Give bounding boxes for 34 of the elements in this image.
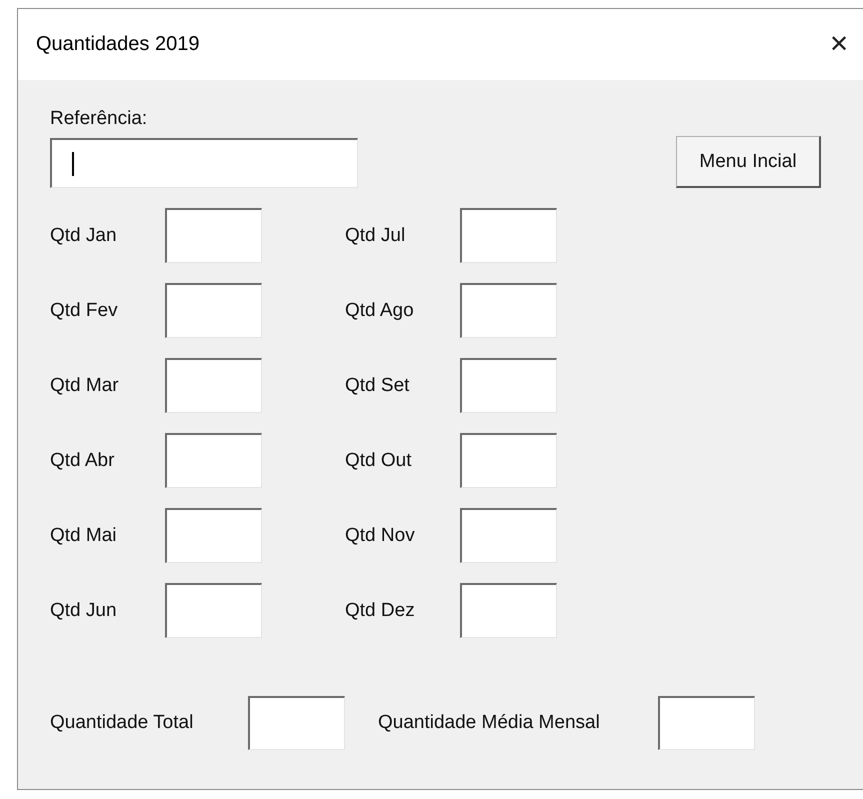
field-label: Qtd Jul [345,224,406,246]
quantity-field[interactable] [165,358,262,413]
field-label: Qtd Jun [50,600,118,622]
quantity-field[interactable] [460,433,557,488]
quantity-field[interactable] [460,583,557,638]
field-label: Qtd Mar [50,374,120,396]
field-label: Quantidade Média Mensal [378,712,601,734]
field-label: Qtd Dez [345,600,416,622]
quantity-field[interactable] [460,508,557,563]
quantity-field[interactable] [165,433,262,488]
field-label: Qtd Set [345,374,410,396]
quantity-field[interactable] [165,208,262,263]
field-label: Qtd Ago [345,300,415,322]
menu-button[interactable]: Menu Incial [676,136,821,188]
window-title: Quantidades 2019 [36,33,200,56]
field-label: Referência: [50,108,148,130]
total-field[interactable] [658,696,755,750]
field-label: Qtd Mai [50,524,118,546]
text-caret [72,152,74,176]
field-label: Qtd Nov [345,524,416,546]
total-field[interactable] [248,696,345,750]
close-icon[interactable]: ✕ [829,32,849,56]
quantity-field[interactable] [460,283,557,338]
quantity-field[interactable] [165,283,262,338]
quantity-field[interactable] [460,208,557,263]
field-label: Qtd Fev [50,300,119,322]
quantity-field[interactable] [460,358,557,413]
field-label: Quantidade Total [50,712,194,734]
field-label: Qtd Abr [50,450,116,472]
field-label: Qtd Out [345,450,413,472]
quantity-field[interactable] [165,583,262,638]
quantity-field[interactable] [165,508,262,563]
field-label: Qtd Jan [50,224,118,246]
reference-field[interactable] [50,138,358,188]
